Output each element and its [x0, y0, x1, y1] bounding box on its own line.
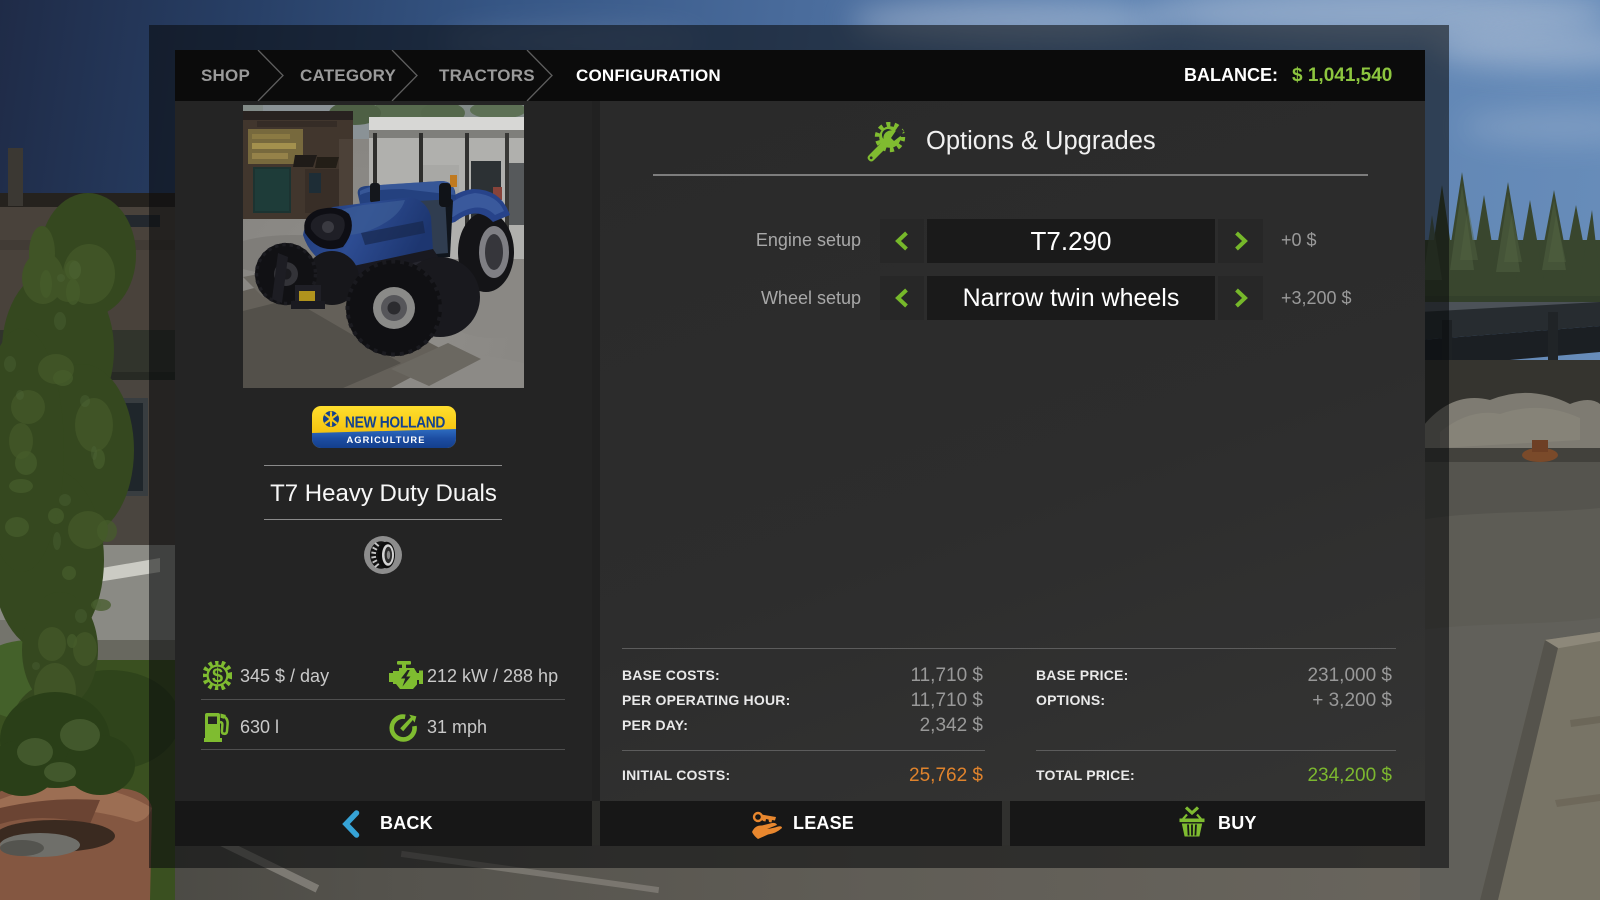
- svg-text:NEW HOLLAND: NEW HOLLAND: [345, 415, 445, 432]
- svg-text:AGRICULTURE: AGRICULTURE: [346, 435, 425, 445]
- svg-text:$: $: [212, 666, 223, 688]
